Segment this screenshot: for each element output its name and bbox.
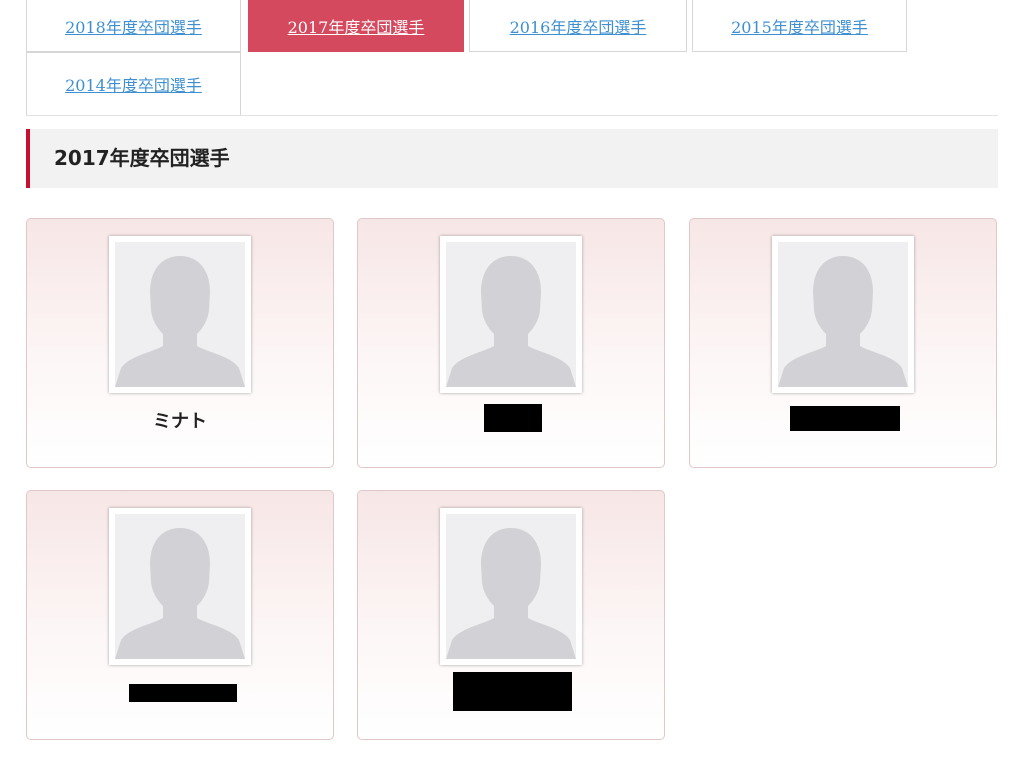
silhouette-icon xyxy=(115,256,245,387)
section-heading: 2017年度卒団選手 xyxy=(26,129,998,188)
silhouette-icon xyxy=(115,528,245,659)
redacted-name xyxy=(484,404,542,432)
tab-2014[interactable]: 2014年度卒団選手 xyxy=(26,52,241,115)
tab-2015[interactable]: 2015年度卒団選手 xyxy=(692,0,907,52)
silhouette-icon xyxy=(446,256,576,387)
tab-2017[interactable]: 2017年度卒団選手 xyxy=(248,0,464,52)
player-photo xyxy=(440,508,582,665)
player-card[interactable] xyxy=(689,218,997,468)
silhouette-icon xyxy=(778,256,908,387)
player-card[interactable] xyxy=(26,490,334,740)
player-photo xyxy=(109,236,251,393)
silhouette-icon xyxy=(446,528,576,659)
player-photo xyxy=(440,236,582,393)
redacted-name xyxy=(129,684,237,702)
player-name: ミナト xyxy=(153,411,207,432)
tab-2016[interactable]: 2016年度卒団選手 xyxy=(469,0,687,52)
section-title: 2017年度卒団選手 xyxy=(54,146,230,170)
redacted-name xyxy=(453,672,572,711)
redacted-name xyxy=(790,406,900,431)
tab-2018[interactable]: 2018年度卒団選手 xyxy=(26,0,241,52)
player-card[interactable] xyxy=(357,490,665,740)
player-card[interactable] xyxy=(357,218,665,468)
year-tabs: 2018年度卒団選手 2017年度卒団選手 2016年度卒団選手 2015年度卒… xyxy=(26,0,998,116)
player-card[interactable]: ミナト xyxy=(26,218,334,468)
player-photo xyxy=(109,508,251,665)
player-photo xyxy=(772,236,914,393)
